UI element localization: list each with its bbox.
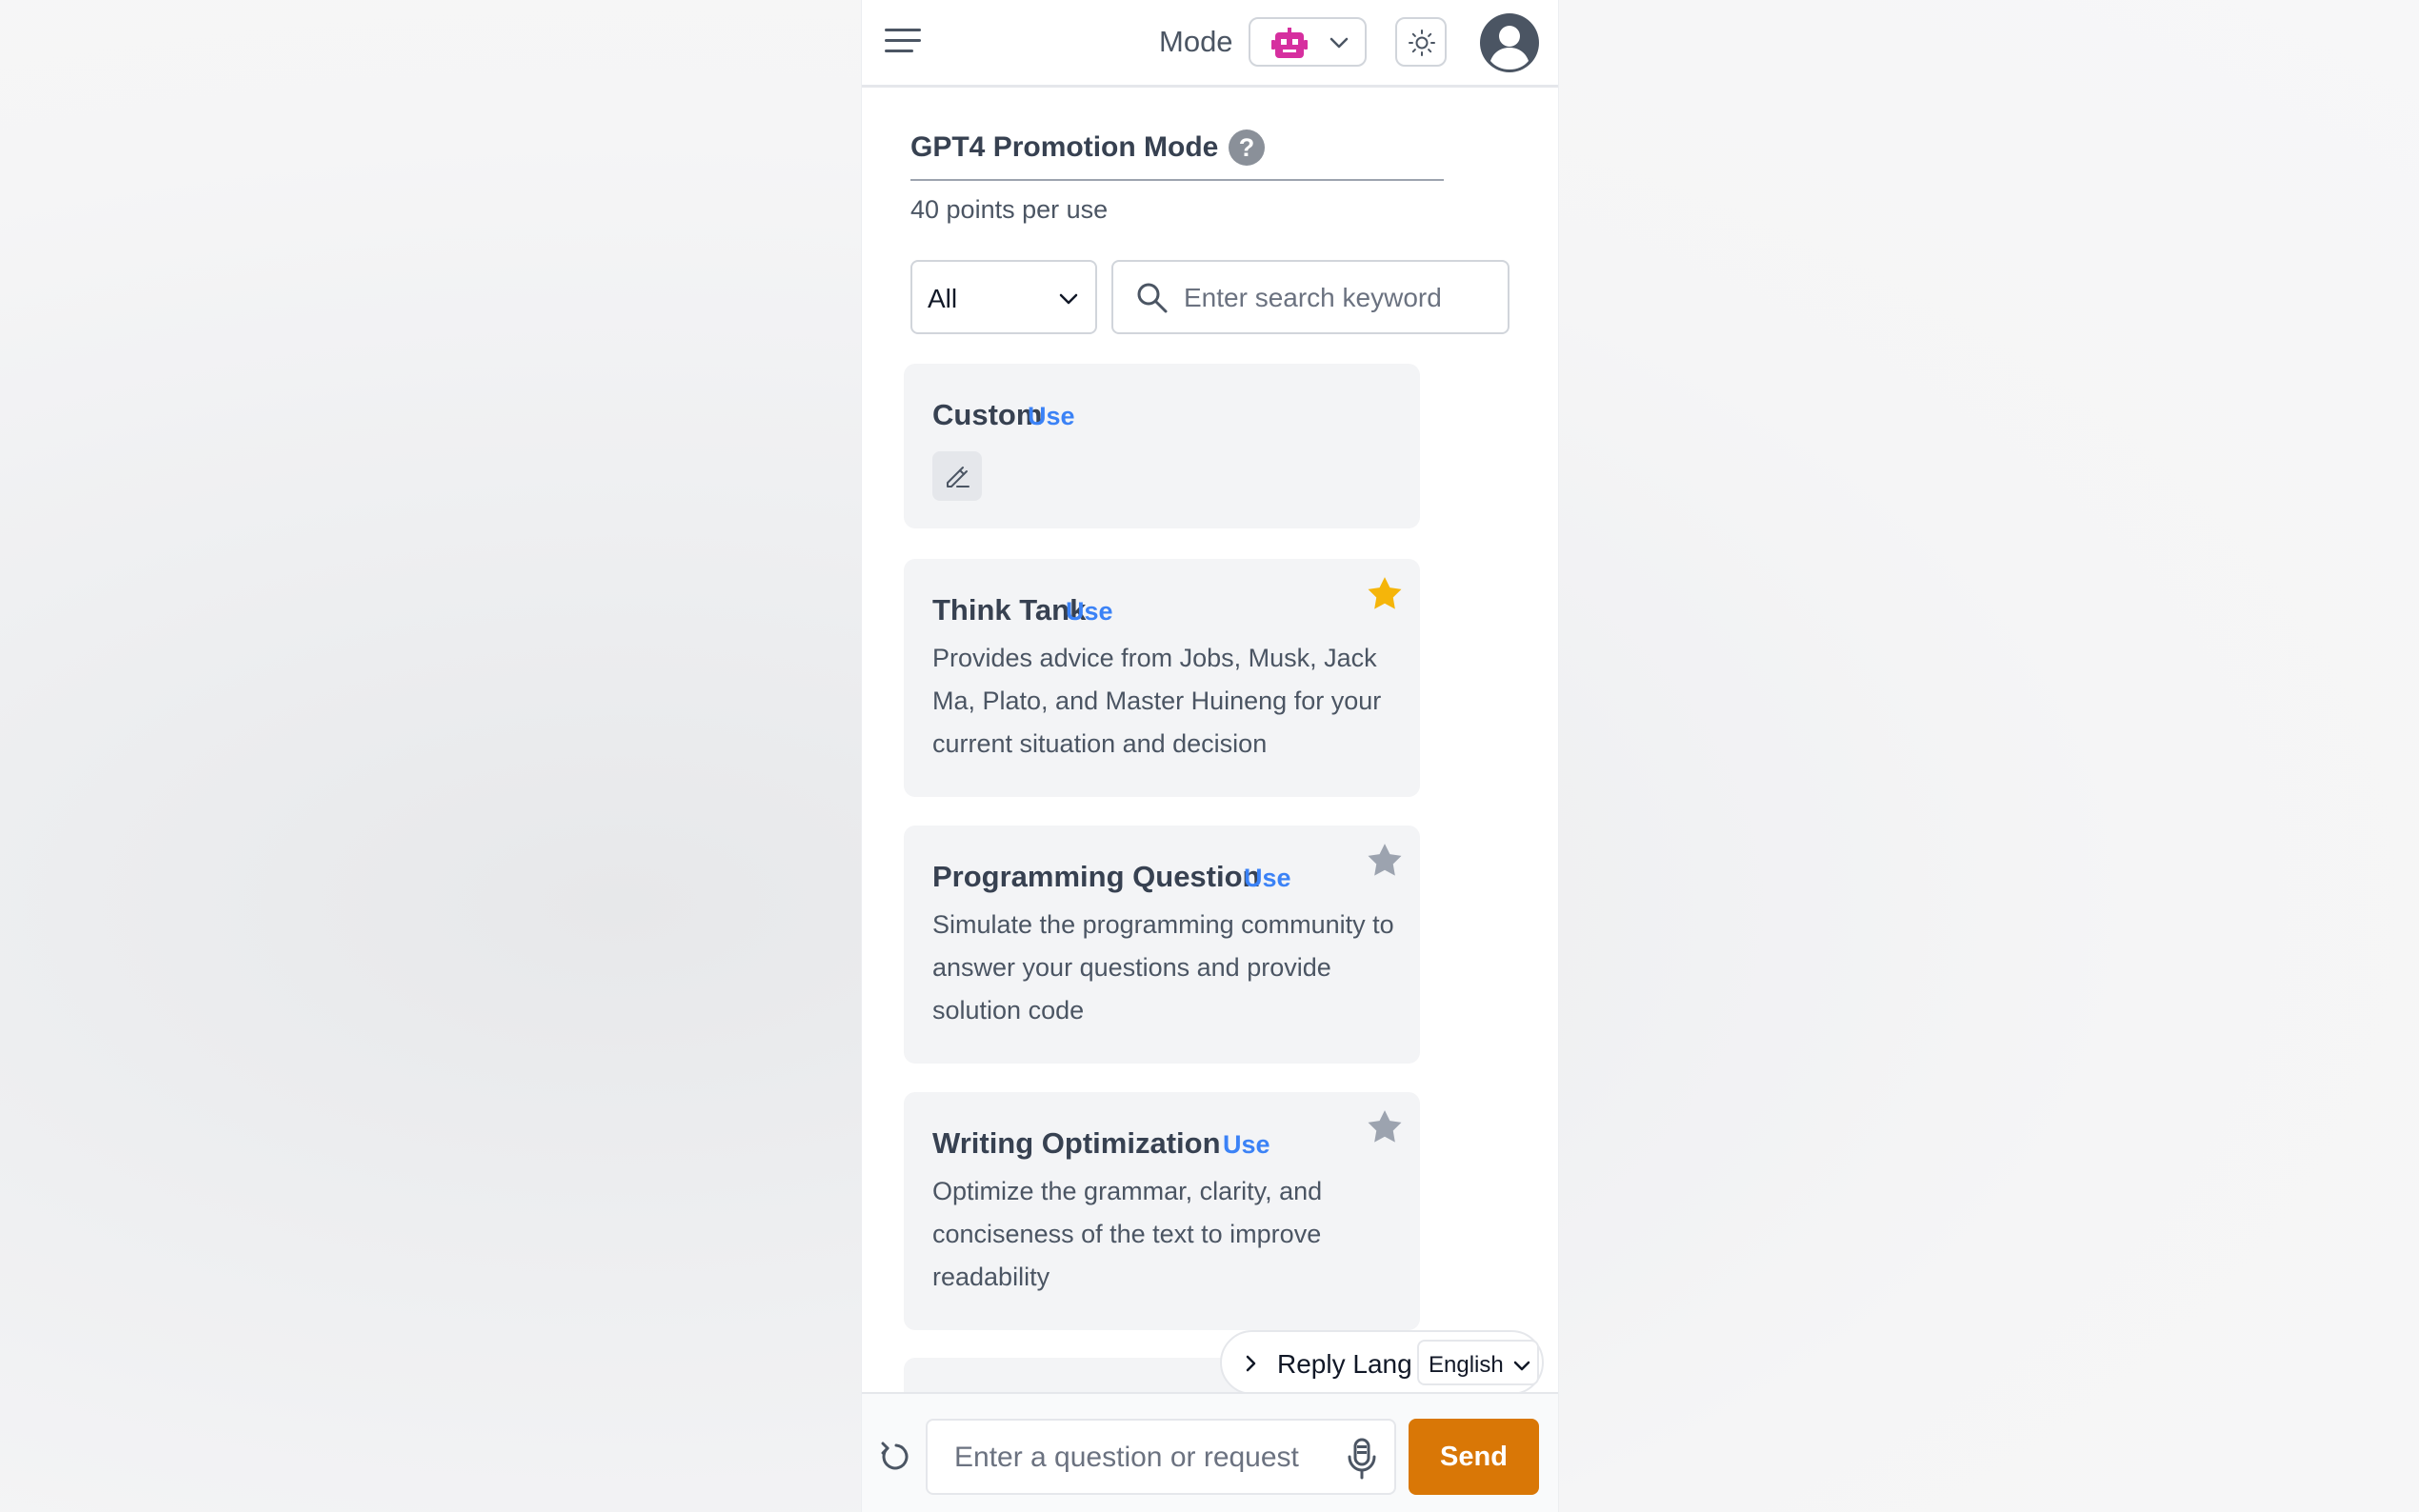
composer-bar: Send — [862, 1392, 1558, 1512]
question-box — [926, 1419, 1396, 1495]
send-button[interactable]: Send — [1409, 1419, 1539, 1495]
prompt-card-writing-optimization[interactable]: Writing Optimization Use Optimize the gr… — [904, 1092, 1420, 1330]
reply-lang-bar: Reply Lang English — [1220, 1330, 1544, 1395]
use-link[interactable]: Use — [1223, 1130, 1270, 1160]
card-description: Simulate the programming community to an… — [932, 910, 1394, 1025]
theme-toggle-button[interactable] — [1395, 17, 1447, 67]
search-input[interactable] — [1184, 273, 1498, 323]
edit-pencil-icon[interactable] — [932, 451, 982, 501]
category-select-value: All — [928, 284, 958, 313]
search-box — [1111, 260, 1509, 334]
user-avatar-icon[interactable] — [1480, 13, 1539, 72]
sun-icon — [1409, 30, 1435, 56]
microphone-icon[interactable] — [1347, 1438, 1377, 1480]
star-icon[interactable] — [1365, 841, 1405, 881]
question-input[interactable] — [954, 1434, 1335, 1482]
help-icon[interactable]: ? — [1229, 129, 1265, 166]
chevron-down-icon — [1329, 37, 1349, 49]
page-title: GPT4 Promotion Mode — [910, 131, 1219, 163]
mode-select[interactable] — [1249, 17, 1367, 67]
search-icon — [1137, 283, 1168, 313]
top-bar: Mode — [862, 0, 1558, 88]
card-title: Programming Question — [932, 860, 1261, 893]
star-filled-icon[interactable] — [1365, 574, 1405, 614]
menu-icon[interactable] — [885, 27, 923, 57]
star-icon[interactable] — [1365, 1107, 1405, 1147]
robot-icon — [1271, 28, 1308, 58]
promo-header: GPT4 Promotion Mode ? — [910, 129, 1444, 181]
chevron-right-icon[interactable] — [1241, 1354, 1260, 1373]
chevron-down-icon — [1513, 1361, 1530, 1371]
reply-lang-select[interactable]: English — [1417, 1340, 1539, 1385]
card-description: Provides advice from Jobs, Musk, Jack Ma… — [932, 644, 1382, 758]
mode-label: Mode — [1159, 25, 1233, 58]
chevron-down-icon — [1059, 293, 1078, 305]
reply-lang-value: English — [1429, 1352, 1504, 1378]
card-title: Think Tank — [932, 593, 1087, 627]
use-link[interactable]: Use — [1066, 597, 1113, 627]
prompt-card-think-tank[interactable]: Think Tank Use Provides advice from Jobs… — [904, 559, 1420, 797]
prompt-card-custom[interactable]: Custom Use — [904, 364, 1420, 528]
card-title: Writing Optimization — [932, 1126, 1221, 1160]
card-description: Optimize the grammar, clarity, and conci… — [932, 1177, 1323, 1291]
reply-lang-label: Reply Lang — [1277, 1349, 1412, 1379]
category-select[interactable]: All — [910, 260, 1097, 334]
points-per-use: 40 points per use — [910, 195, 1109, 224]
use-link[interactable]: Use — [1028, 402, 1075, 431]
prompt-card-programming-question[interactable]: Programming Question Use Simulate the pr… — [904, 826, 1420, 1064]
app-viewport: Mode GPT4 Promotion Mode ? 40 points per… — [861, 0, 1559, 1512]
card-title: Custom — [932, 398, 1043, 431]
refresh-icon[interactable] — [879, 1440, 913, 1474]
use-link[interactable]: Use — [1244, 864, 1291, 893]
